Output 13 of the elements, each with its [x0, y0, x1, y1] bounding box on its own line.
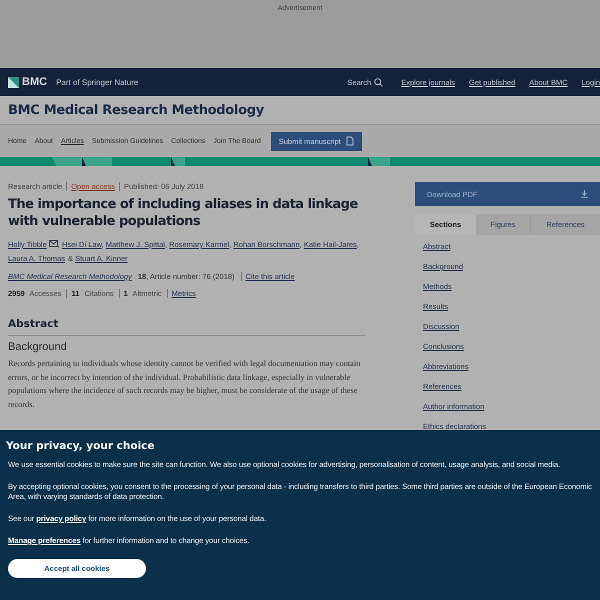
download-icon	[581, 190, 588, 198]
header-tagline: Part of Springer Nature	[56, 78, 138, 86]
mail-icon[interactable]	[48, 240, 58, 247]
abstract-heading: Abstract	[8, 318, 365, 336]
document-icon	[346, 136, 354, 146]
brand-name[interactable]: BMC	[22, 76, 48, 88]
journal-title[interactable]: BMC Medical Research Methodology	[8, 102, 264, 118]
search-icon	[374, 78, 384, 86]
article-title: The importance of including aliases in data linkage with vulnerable populations	[8, 196, 359, 230]
logo-icon	[8, 76, 19, 88]
background-heading: Background	[8, 341, 68, 353]
cookie-title: Your privacy, your choice	[6, 440, 156, 452]
abstract-paragraph: Records pertaining to individuals whose identity cannot be verified with legal documentation may contain errors, or be incorrect by intention of the individual. Probabilistic data linkage, especially in vulnerable populations where the incidence of such records may be higher, must be considerate of the usage of these records.	[8, 358, 362, 410]
